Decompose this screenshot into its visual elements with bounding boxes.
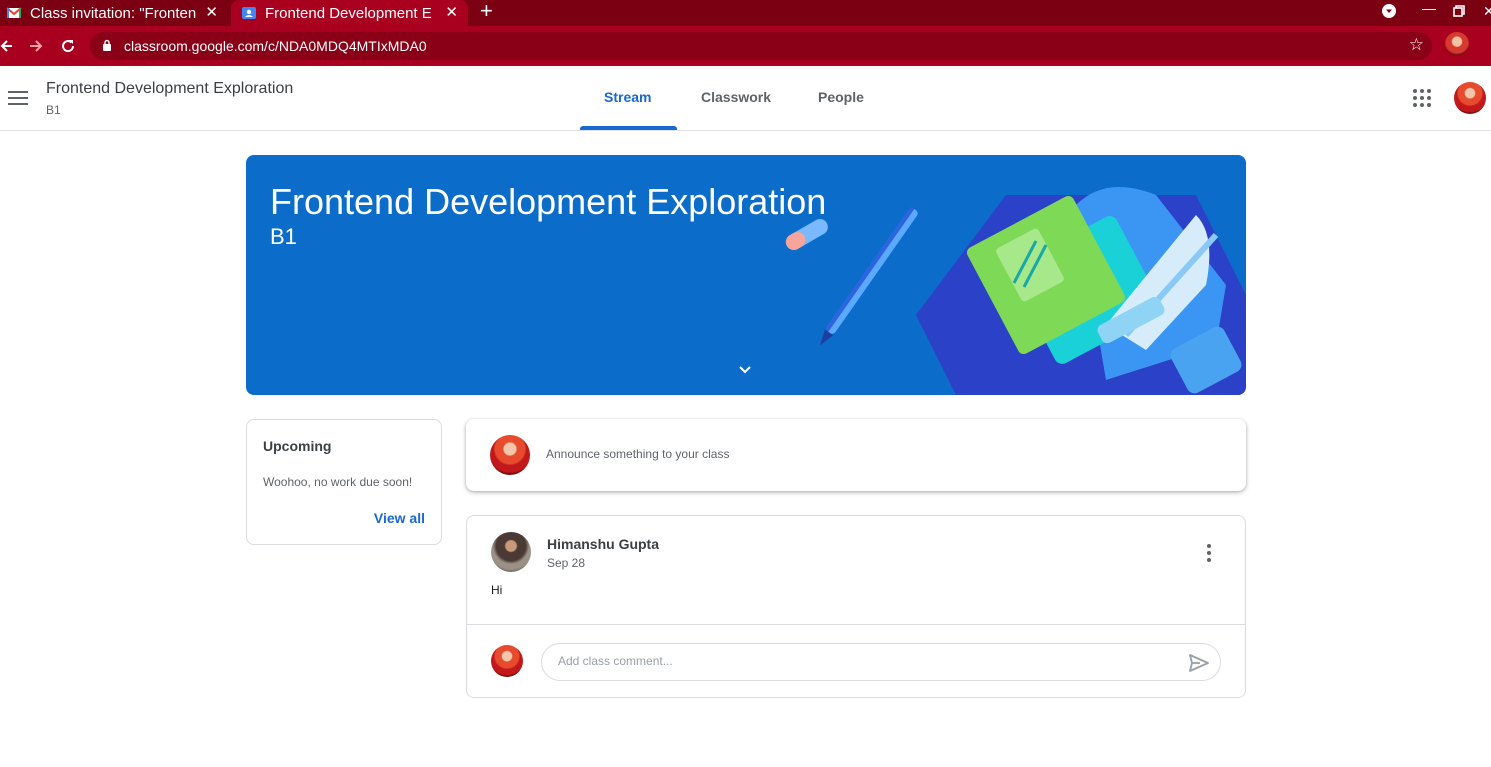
close-tab-icon[interactable]: ✕ (205, 3, 218, 21)
send-icon[interactable] (1188, 653, 1210, 673)
close-tab-icon[interactable]: ✕ (445, 3, 458, 21)
address-bar[interactable]: classroom.google.com/c/NDA0MDQ4MTIxMDA0 … (90, 32, 1432, 60)
account-avatar[interactable] (1454, 82, 1486, 114)
google-apps-icon[interactable] (1413, 89, 1431, 107)
class-name[interactable]: Frontend Development Exploration (46, 80, 293, 98)
stream-post: Himanshu Gupta Sep 28 Hi (466, 515, 1246, 698)
reload-icon[interactable] (60, 38, 76, 54)
tab-classwork[interactable]: Classwork (701, 89, 771, 105)
post-author: Himanshu Gupta (547, 536, 660, 552)
url-text: classroom.google.com/c/NDA0MDQ4MTIxMDA0 (124, 38, 427, 54)
upcoming-message: Woohoo, no work due soon! (263, 475, 413, 489)
restore-icon[interactable] (1453, 5, 1465, 17)
class-section: B1 (46, 103, 61, 117)
view-all-link[interactable]: View all (374, 510, 425, 526)
gmail-icon (6, 7, 22, 18)
announce-placeholder[interactable]: Announce something to your class (546, 447, 729, 461)
banner-section: B1 (270, 224, 297, 249)
browser-tab-strip: Class invitation: "Fronten ✕ Frontend De… (0, 0, 1491, 26)
browser-tab-classroom[interactable]: Frontend Development E ✕ (231, 0, 468, 26)
active-tab-indicator (580, 126, 677, 130)
new-tab-icon[interactable]: + (480, 0, 493, 22)
browser-tab-title: Class invitation: "Fronten (30, 4, 197, 22)
lock-icon (103, 39, 111, 51)
post-date: Sep 28 (547, 556, 586, 570)
browser-tab-title: Frontend Development E (265, 4, 432, 22)
backpack-illustration (785, 187, 1246, 395)
bookmark-star-icon[interactable]: ☆ (1409, 35, 1424, 55)
post-body: Hi (491, 583, 503, 597)
banner-title: Frontend Development Exploration (270, 181, 827, 222)
browser-toolbar: classroom.google.com/c/NDA0MDQ4MTIxMDA0 … (0, 26, 1491, 66)
commenter-avatar (491, 645, 523, 677)
tab-stream[interactable]: Stream (604, 89, 651, 105)
user-avatar (490, 435, 530, 475)
class-comment-input[interactable] (558, 654, 1158, 668)
tab-people[interactable]: People (818, 89, 864, 105)
comment-box[interactable] (541, 643, 1221, 681)
main-menu-icon[interactable] (8, 91, 28, 105)
more-options-icon[interactable] (1205, 544, 1213, 562)
minimize-icon[interactable]: — (1422, 0, 1436, 16)
browser-tab-gmail[interactable]: Class invitation: "Fronten ✕ (0, 0, 228, 26)
divider (467, 624, 1245, 625)
back-icon[interactable] (0, 38, 14, 54)
upcoming-title: Upcoming (263, 438, 332, 454)
classroom-header: Frontend Development Exploration B1 Stre… (0, 66, 1491, 131)
browser-profile-avatar[interactable] (1445, 32, 1469, 56)
announce-box[interactable]: Announce something to your class (466, 419, 1246, 491)
tab-search-icon[interactable] (1381, 3, 1397, 19)
chevron-down-icon[interactable] (737, 362, 753, 378)
upcoming-card: Upcoming Woohoo, no work due soon! View … (246, 419, 442, 545)
forward-icon[interactable] (28, 38, 44, 54)
class-banner: Frontend Development Exploration B1 (246, 155, 1246, 395)
close-window-icon[interactable]: ✕ (1483, 3, 1491, 20)
author-avatar (491, 532, 531, 572)
classroom-icon (242, 7, 256, 19)
